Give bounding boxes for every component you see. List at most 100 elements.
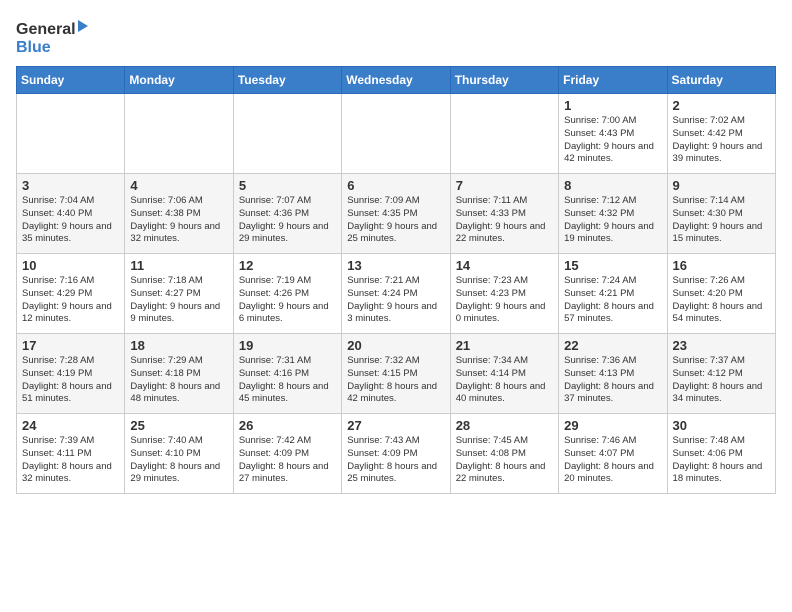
weekday-header: Tuesday (233, 67, 341, 94)
calendar-cell: 22 Sunrise: 7:36 AM Sunset: 4:13 PM Dayli… (559, 334, 667, 414)
calendar-cell: 20 Sunrise: 7:32 AM Sunset: 4:15 PM Dayli… (342, 334, 450, 414)
day-number: 29 (564, 418, 661, 433)
calendar-week-row: 17Sunrise: 7:28 AM Sunset: 4:19 PM Dayli… (17, 334, 776, 414)
day-info: Sunrise: 7:46 AM Sunset: 4:07 PM Dayligh… (564, 435, 661, 486)
day-info: Sunrise: 7:16 AM Sunset: 4:29 PM Dayligh… (22, 275, 119, 326)
page-header: GeneralBlue (16, 16, 776, 58)
day-info: Sunrise: 7:28 AM Sunset: 4:19 PM Dayligh… (22, 355, 119, 406)
calendar-cell: 21 Sunrise: 7:34 AM Sunset: 4:14 PM Dayli… (450, 334, 558, 414)
day-info: Sunrise: 7:11 AM Sunset: 4:33 PM Dayligh… (456, 195, 553, 246)
calendar-week-row: 10 Sunrise: 7:16 AM Sunset: 4:29 PM Dayli… (17, 254, 776, 334)
day-number: 7 (456, 178, 553, 193)
calendar-cell: 11Sunrise: 7:18 AM Sunset: 4:27 PM Dayli… (125, 254, 233, 334)
calendar-cell: 27 Sunrise: 7:43 AM Sunset: 4:09 PM Dayli… (342, 414, 450, 494)
calendar-cell (125, 94, 233, 174)
calendar-cell: 23 Sunrise: 7:37 AM Sunset: 4:12 PM Dayli… (667, 334, 775, 414)
day-info: Sunrise: 7:23 AM Sunset: 4:23 PM Dayligh… (456, 275, 553, 326)
calendar-cell: 28 Sunrise: 7:45 AM Sunset: 4:08 PM Dayli… (450, 414, 558, 494)
calendar-week-row: 1Sunrise: 7:00 AM Sunset: 4:43 PM Daylig… (17, 94, 776, 174)
day-info: Sunrise: 7:04 AM Sunset: 4:40 PM Dayligh… (22, 195, 119, 246)
day-number: 6 (347, 178, 444, 193)
day-number: 5 (239, 178, 336, 193)
calendar-cell: 5 Sunrise: 7:07 AM Sunset: 4:36 PM Daylig… (233, 174, 341, 254)
weekday-header: Wednesday (342, 67, 450, 94)
day-info: Sunrise: 7:42 AM Sunset: 4:09 PM Dayligh… (239, 435, 336, 486)
day-info: Sunrise: 7:21 AM Sunset: 4:24 PM Dayligh… (347, 275, 444, 326)
day-number: 10 (22, 258, 119, 273)
day-number: 18 (130, 338, 227, 353)
weekday-header: Saturday (667, 67, 775, 94)
weekday-header: Sunday (17, 67, 125, 94)
day-number: 27 (347, 418, 444, 433)
calendar-cell (342, 94, 450, 174)
day-number: 8 (564, 178, 661, 193)
day-number: 28 (456, 418, 553, 433)
calendar-cell: 29 Sunrise: 7:46 AM Sunset: 4:07 PM Dayli… (559, 414, 667, 494)
calendar-cell: 26 Sunrise: 7:42 AM Sunset: 4:09 PM Dayli… (233, 414, 341, 494)
day-info: Sunrise: 7:32 AM Sunset: 4:15 PM Dayligh… (347, 355, 444, 406)
day-info: Sunrise: 7:06 AM Sunset: 4:38 PM Dayligh… (130, 195, 227, 246)
day-info: Sunrise: 7:24 AM Sunset: 4:21 PM Dayligh… (564, 275, 661, 326)
day-number: 26 (239, 418, 336, 433)
calendar-table: SundayMondayTuesdayWednesdayThursdayFrid… (16, 66, 776, 494)
day-number: 13 (347, 258, 444, 273)
calendar-cell: 2Sunrise: 7:02 AM Sunset: 4:42 PM Daylig… (667, 94, 775, 174)
day-info: Sunrise: 7:07 AM Sunset: 4:36 PM Dayligh… (239, 195, 336, 246)
day-number: 14 (456, 258, 553, 273)
day-number: 12 (239, 258, 336, 273)
day-number: 21 (456, 338, 553, 353)
day-number: 9 (673, 178, 770, 193)
day-info: Sunrise: 7:31 AM Sunset: 4:16 PM Dayligh… (239, 355, 336, 406)
logo: GeneralBlue (16, 16, 96, 58)
day-info: Sunrise: 7:09 AM Sunset: 4:35 PM Dayligh… (347, 195, 444, 246)
day-info: Sunrise: 7:26 AM Sunset: 4:20 PM Dayligh… (673, 275, 770, 326)
calendar-cell: 6 Sunrise: 7:09 AM Sunset: 4:35 PM Daylig… (342, 174, 450, 254)
calendar-cell: 1Sunrise: 7:00 AM Sunset: 4:43 PM Daylig… (559, 94, 667, 174)
calendar-cell: 15Sunrise: 7:24 AM Sunset: 4:21 PM Dayli… (559, 254, 667, 334)
day-info: Sunrise: 7:00 AM Sunset: 4:43 PM Dayligh… (564, 115, 661, 166)
day-info: Sunrise: 7:36 AM Sunset: 4:13 PM Dayligh… (564, 355, 661, 406)
day-info: Sunrise: 7:34 AM Sunset: 4:14 PM Dayligh… (456, 355, 553, 406)
calendar-week-row: 3 Sunrise: 7:04 AM Sunset: 4:40 PM Daylig… (17, 174, 776, 254)
calendar-cell: 3 Sunrise: 7:04 AM Sunset: 4:40 PM Daylig… (17, 174, 125, 254)
svg-text:General: General (16, 21, 76, 38)
day-info: Sunrise: 7:43 AM Sunset: 4:09 PM Dayligh… (347, 435, 444, 486)
day-number: 25 (130, 418, 227, 433)
day-number: 30 (673, 418, 770, 433)
calendar-cell: 17Sunrise: 7:28 AM Sunset: 4:19 PM Dayli… (17, 334, 125, 414)
logo-svg: GeneralBlue (16, 16, 96, 58)
calendar-cell: 18 Sunrise: 7:29 AM Sunset: 4:18 PM Dayli… (125, 334, 233, 414)
day-number: 22 (564, 338, 661, 353)
weekday-header: Monday (125, 67, 233, 94)
day-info: Sunrise: 7:48 AM Sunset: 4:06 PM Dayligh… (673, 435, 770, 486)
calendar-cell: 25Sunrise: 7:40 AM Sunset: 4:10 PM Dayli… (125, 414, 233, 494)
calendar-cell: 12 Sunrise: 7:19 AM Sunset: 4:26 PM Dayli… (233, 254, 341, 334)
day-number: 23 (673, 338, 770, 353)
calendar-cell: 9Sunrise: 7:14 AM Sunset: 4:30 PM Daylig… (667, 174, 775, 254)
calendar-cell: 30 Sunrise: 7:48 AM Sunset: 4:06 PM Dayli… (667, 414, 775, 494)
day-number: 3 (22, 178, 119, 193)
weekday-header: Thursday (450, 67, 558, 94)
day-info: Sunrise: 7:37 AM Sunset: 4:12 PM Dayligh… (673, 355, 770, 406)
day-info: Sunrise: 7:18 AM Sunset: 4:27 PM Dayligh… (130, 275, 227, 326)
day-number: 2 (673, 98, 770, 113)
calendar-cell: 13 Sunrise: 7:21 AM Sunset: 4:24 PM Dayli… (342, 254, 450, 334)
calendar-cell: 4Sunrise: 7:06 AM Sunset: 4:38 PM Daylig… (125, 174, 233, 254)
calendar-cell (233, 94, 341, 174)
day-number: 20 (347, 338, 444, 353)
day-number: 16 (673, 258, 770, 273)
calendar-cell: 24Sunrise: 7:39 AM Sunset: 4:11 PM Dayli… (17, 414, 125, 494)
svg-text:Blue: Blue (16, 39, 51, 56)
calendar-cell: 14 Sunrise: 7:23 AM Sunset: 4:23 PM Dayli… (450, 254, 558, 334)
calendar-cell: 10 Sunrise: 7:16 AM Sunset: 4:29 PM Dayli… (17, 254, 125, 334)
calendar-cell (17, 94, 125, 174)
day-info: Sunrise: 7:45 AM Sunset: 4:08 PM Dayligh… (456, 435, 553, 486)
calendar-header-row: SundayMondayTuesdayWednesdayThursdayFrid… (17, 67, 776, 94)
day-number: 24 (22, 418, 119, 433)
day-info: Sunrise: 7:29 AM Sunset: 4:18 PM Dayligh… (130, 355, 227, 406)
calendar-week-row: 24Sunrise: 7:39 AM Sunset: 4:11 PM Dayli… (17, 414, 776, 494)
day-info: Sunrise: 7:19 AM Sunset: 4:26 PM Dayligh… (239, 275, 336, 326)
calendar-cell: 19 Sunrise: 7:31 AM Sunset: 4:16 PM Dayli… (233, 334, 341, 414)
day-number: 19 (239, 338, 336, 353)
weekday-header: Friday (559, 67, 667, 94)
